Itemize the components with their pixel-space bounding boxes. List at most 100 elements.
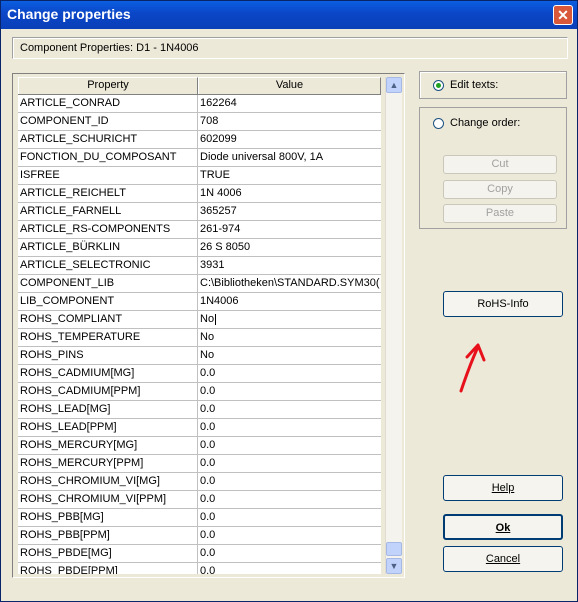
property-name-cell[interactable]: ROHS_PBDE[PPM] [18,563,198,574]
table-row[interactable]: ROHS_PINS No [18,347,381,365]
property-name-cell[interactable]: ARTICLE_FARNELL [18,203,198,220]
edit-texts-option[interactable]: Edit texts: [433,79,498,91]
table-row[interactable]: LIB_COMPONENT 1N4006 [18,293,381,311]
property-name-cell[interactable]: ARTICLE_SCHURICHT [18,131,198,148]
cut-button[interactable]: Cut [443,155,557,174]
property-name-cell[interactable]: ROHS_PINS [18,347,198,364]
ok-button[interactable]: Ok [443,514,563,540]
table-row[interactable]: ROHS_CADMIUM[PPM] 0.0 [18,383,381,401]
property-name-cell[interactable]: ROHS_CHROMIUM_VI[PPM] [18,491,198,508]
property-name-cell[interactable]: ROHS_LEAD[PPM] [18,419,198,436]
table-row[interactable]: ARTICLE_SCHURICHT 602099 [18,131,381,149]
property-value-cell[interactable]: 0.0 [198,473,381,490]
table-row[interactable]: ROHS_PBB[MG] 0.0 [18,509,381,527]
table-row[interactable]: ROHS_CHROMIUM_VI[MG] 0.0 [18,473,381,491]
property-value-cell[interactable]: No [198,347,381,364]
table-row[interactable]: ROHS_TEMPERATURE No [18,329,381,347]
property-name-cell[interactable]: ROHS_CHROMIUM_VI[MG] [18,473,198,490]
table-row[interactable]: ISFREE TRUE [18,167,381,185]
property-name-cell[interactable]: ROHS_LEAD[MG] [18,401,198,418]
table-row[interactable]: COMPONENT_LIB C:\Bibliotheken\STANDARD.SY… [18,275,381,293]
property-name-cell[interactable]: ROHS_MERCURY[PPM] [18,455,198,472]
property-name-cell[interactable]: ARTICLE_SELECTRONIC [18,257,198,274]
property-name-cell[interactable]: ISFREE [18,167,198,184]
property-name-cell[interactable]: LIB_COMPONENT [18,293,198,310]
rohs-info-button[interactable]: RoHS-Info [443,291,563,317]
close-button[interactable]: ✕ [553,5,573,25]
title-bar[interactable]: Change properties ✕ [1,1,577,29]
property-value-cell[interactable]: 0.0 [198,563,381,574]
table-row[interactable]: ARTICLE_CONRAD 162264 [18,95,381,113]
property-value-cell[interactable]: 0.0 [198,437,381,454]
scroll-thumb[interactable] [386,542,402,556]
table-row[interactable]: ROHS_MERCURY[MG] 0.0 [18,437,381,455]
table-row[interactable]: ARTICLE_SELECTRONIC 3931 [18,257,381,275]
property-name-cell[interactable]: ARTICLE_BÜRKLIN [18,239,198,256]
table-row[interactable]: COMPONENT_ID 708 [18,113,381,131]
property-value-cell[interactable]: 0.0 [198,509,381,526]
property-value-cell[interactable]: 162264 [198,95,381,112]
table-row[interactable]: ARTICLE_FARNELL 365257 [18,203,381,221]
paste-button[interactable]: Paste [443,204,557,223]
property-value-cell[interactable]: C:\Bibliotheken\STANDARD.SYM30( [198,275,381,292]
table-row[interactable]: ARTICLE_RS-COMPONENTS 261-974 [18,221,381,239]
property-value-cell[interactable]: No [198,329,381,346]
change-order-radio[interactable] [433,117,444,129]
copy-button[interactable]: Copy [443,180,557,199]
property-value-cell[interactable]: 708 [198,113,381,130]
property-value-cell[interactable]: 602099 [198,131,381,148]
scroll-down-button[interactable]: ▼ [386,558,402,574]
grid-vertical-scrollbar[interactable]: ▲ ▼ [385,77,402,574]
scroll-up-button[interactable]: ▲ [386,77,402,93]
help-button[interactable]: Help [443,475,563,501]
table-row[interactable]: ROHS_PBB[PPM] 0.0 [18,527,381,545]
property-value-cell[interactable]: 0.0 [198,491,381,508]
table-row[interactable]: ROHS_LEAD[PPM] 0.0 [18,419,381,437]
property-name-cell[interactable]: FONCTION_DU_COMPOSANT [18,149,198,166]
property-name-cell[interactable]: COMPONENT_LIB [18,275,198,292]
property-name-cell[interactable]: ROHS_CADMIUM[MG] [18,365,198,382]
property-value-cell[interactable]: TRUE [198,167,381,184]
property-grid[interactable]: Property Value ARTICLE_CONRAD 162264 COMPO… [18,77,381,574]
property-value-cell[interactable]: 0.0 [198,455,381,472]
property-value-cell[interactable]: No [198,311,381,328]
column-header-value[interactable]: Value [198,77,381,94]
property-value-cell[interactable]: 26 S 8050 [198,239,381,256]
property-value-cell[interactable]: 0.0 [198,419,381,436]
property-value-cell[interactable]: 261-974 [198,221,381,238]
property-name-cell[interactable]: ROHS_MERCURY[MG] [18,437,198,454]
property-value-cell[interactable]: 1N 4006 [198,185,381,202]
cancel-button[interactable]: Cancel [443,546,563,572]
property-name-cell[interactable]: ROHS_TEMPERATURE [18,329,198,346]
property-name-cell[interactable]: ARTICLE_REICHELT [18,185,198,202]
table-row[interactable]: ROHS_COMPLIANT No [18,311,381,329]
table-row[interactable]: ROHS_PBDE[MG] 0.0 [18,545,381,563]
table-row[interactable]: ARTICLE_BÜRKLIN 26 S 8050 [18,239,381,257]
table-row[interactable]: ROHS_LEAD[MG] 0.0 [18,401,381,419]
property-name-cell[interactable]: ROHS_CADMIUM[PPM] [18,383,198,400]
property-value-cell[interactable]: 0.0 [198,383,381,400]
property-value-cell[interactable]: 0.0 [198,365,381,382]
property-value-cell[interactable]: 0.0 [198,545,381,562]
property-value-cell[interactable]: 365257 [198,203,381,220]
table-row[interactable]: ROHS_CADMIUM[MG] 0.0 [18,365,381,383]
table-row[interactable]: FONCTION_DU_COMPOSANT Diode universal 800… [18,149,381,167]
property-name-cell[interactable]: ROHS_COMPLIANT [18,311,198,328]
property-value-cell[interactable]: 0.0 [198,527,381,544]
change-order-option[interactable]: Change order: [433,117,520,129]
property-name-cell[interactable]: ARTICLE_RS-COMPONENTS [18,221,198,238]
property-value-cell[interactable]: 1N4006 [198,293,381,310]
column-header-property[interactable]: Property [18,77,198,94]
property-name-cell[interactable]: ROHS_PBB[MG] [18,509,198,526]
table-row[interactable]: ROHS_MERCURY[PPM] 0.0 [18,455,381,473]
edit-texts-radio[interactable] [433,79,444,91]
property-name-cell[interactable]: COMPONENT_ID [18,113,198,130]
property-name-cell[interactable]: ROHS_PBB[PPM] [18,527,198,544]
table-row[interactable]: ROHS_PBDE[PPM] 0.0 [18,563,381,574]
property-name-cell[interactable]: ARTICLE_CONRAD [18,95,198,112]
table-row[interactable]: ARTICLE_REICHELT 1N 4006 [18,185,381,203]
table-row[interactable]: ROHS_CHROMIUM_VI[PPM] 0.0 [18,491,381,509]
property-name-cell[interactable]: ROHS_PBDE[MG] [18,545,198,562]
property-value-cell[interactable]: 0.0 [198,401,381,418]
property-value-cell[interactable]: Diode universal 800V, 1A [198,149,381,166]
